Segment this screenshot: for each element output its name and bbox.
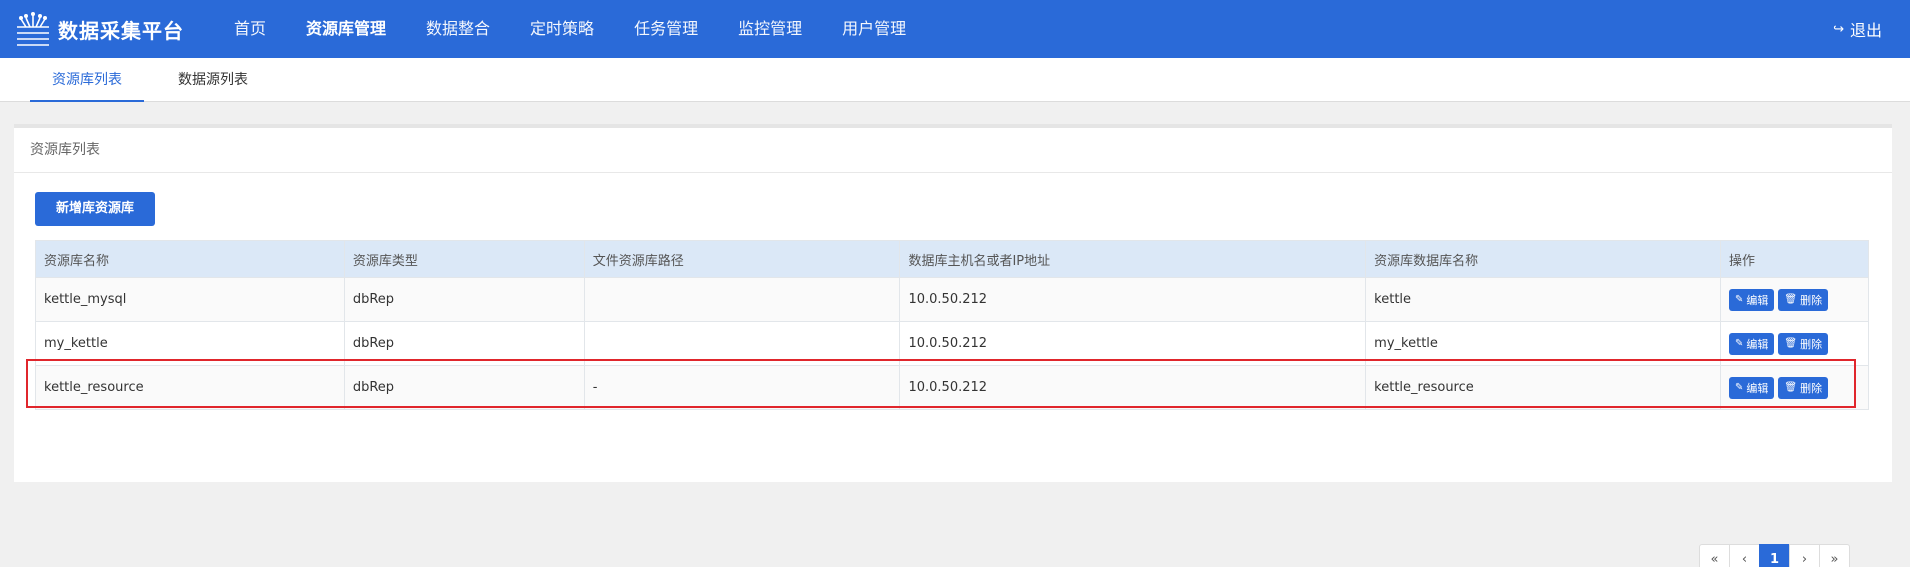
nav-item-repository-management[interactable]: 资源库管理 — [286, 0, 406, 58]
repository-table: 资源库名称 资源库类型 文件资源库路径 数据库主机名或者IP地址 资源库数据库名… — [35, 240, 1870, 410]
nav-item-task-management[interactable]: 任务管理 — [614, 0, 718, 58]
trash-icon: 🗑 — [1784, 294, 1798, 305]
cell-path: - — [583, 365, 901, 410]
col-header-path: 文件资源库路径 — [583, 240, 901, 278]
subtabs: 资源库列表 数据源列表 — [0, 58, 1910, 102]
edit-button[interactable]: ✎ 编辑 — [1728, 332, 1775, 355]
cell-path — [583, 321, 901, 366]
brand-title: 数据采集平台 — [58, 18, 184, 43]
cell-dbname: kettle_resource — [1365, 365, 1721, 410]
brand[interactable]: 数据采集平台 — [14, 10, 184, 48]
edit-label: 编辑 — [1746, 337, 1769, 351]
delete-button[interactable]: 🗑 删除 — [1778, 288, 1829, 311]
table-row: kettle_mysql dbRep 10.0.50.212 kettle ✎ 编… — [35, 277, 1870, 322]
table-row: kettle_resource dbRep - 10.0.50.212 kett… — [35, 365, 1870, 410]
edit-button[interactable]: ✎ 编辑 — [1728, 288, 1775, 311]
cell-actions: ✎ 编辑 🗑 删除 — [1719, 365, 1870, 410]
edit-label: 编辑 — [1746, 293, 1769, 307]
cell-name: my_kettle — [35, 321, 345, 366]
delete-label: 删除 — [1800, 337, 1823, 351]
edit-button[interactable]: ✎ 编辑 — [1728, 376, 1775, 399]
cell-host: 10.0.50.212 — [899, 321, 1367, 366]
col-header-actions: 操作 — [1719, 240, 1870, 278]
panel-heading: 资源库列表 — [14, 128, 1892, 173]
cell-type: dbRep — [343, 365, 585, 410]
page-first-button[interactable]: « — [1699, 544, 1730, 567]
col-header-name: 资源库名称 — [35, 240, 345, 278]
cell-name: kettle_resource — [35, 365, 345, 410]
cell-path — [583, 277, 901, 322]
logo-icon — [14, 11, 52, 47]
main-nav: 首页 资源库管理 数据整合 定时策略 任务管理 监控管理 用户管理 — [214, 0, 926, 58]
logout-button[interactable]: ↪ 退出 — [1833, 0, 1882, 58]
page-prev-button[interactable]: ‹ — [1729, 544, 1760, 567]
nav-item-data-integration[interactable]: 数据整合 — [406, 0, 510, 58]
page-current-button[interactable]: 1 — [1759, 544, 1790, 567]
nav-item-user-management[interactable]: 用户管理 — [822, 0, 926, 58]
tab-repository-list[interactable]: 资源库列表 — [30, 58, 144, 102]
cell-name: kettle_mysql — [35, 277, 345, 322]
cell-host: 10.0.50.212 — [899, 365, 1367, 410]
col-header-host: 数据库主机名或者IP地址 — [899, 240, 1367, 278]
nav-item-home[interactable]: 首页 — [214, 0, 286, 58]
repository-panel: 资源库列表 新增库资源库 资源库名称 资源库类型 文件资源库路径 数据库主机名或… — [14, 124, 1892, 567]
delete-label: 删除 — [1800, 293, 1823, 307]
cell-host: 10.0.50.212 — [899, 277, 1367, 322]
delete-label: 删除 — [1800, 381, 1823, 395]
cell-actions: ✎ 编辑 🗑 删除 — [1719, 321, 1870, 366]
nav-item-monitoring[interactable]: 监控管理 — [718, 0, 822, 58]
add-repository-button[interactable]: 新增库资源库 — [35, 192, 155, 226]
delete-button[interactable]: 🗑 删除 — [1778, 376, 1829, 399]
cell-dbname: my_kettle — [1365, 321, 1721, 366]
page-last-button[interactable]: » — [1819, 544, 1850, 567]
edit-icon: ✎ — [1734, 294, 1744, 305]
page-next-button[interactable]: › — [1789, 544, 1820, 567]
edit-icon: ✎ — [1734, 382, 1744, 393]
edit-icon: ✎ — [1734, 338, 1744, 349]
cell-type: dbRep — [343, 277, 585, 322]
trash-icon: 🗑 — [1784, 338, 1798, 349]
table-header-row: 资源库名称 资源库类型 文件资源库路径 数据库主机名或者IP地址 资源库数据库名… — [35, 240, 1870, 278]
col-header-type: 资源库类型 — [343, 240, 585, 278]
logout-label: 退出 — [1849, 21, 1882, 40]
edit-label: 编辑 — [1746, 381, 1769, 395]
top-navbar: 数据采集平台 首页 资源库管理 数据整合 定时策略 任务管理 监控管理 用户管理… — [0, 0, 1910, 58]
delete-button[interactable]: 🗑 删除 — [1778, 332, 1829, 355]
col-header-dbname: 资源库数据库名称 — [1365, 240, 1721, 278]
table-row: my_kettle dbRep 10.0.50.212 my_kettle ✎ 编… — [35, 321, 1870, 366]
nav-item-schedule-policy[interactable]: 定时策略 — [510, 0, 614, 58]
pagination: « ‹ 1 › » — [1699, 544, 1850, 567]
tab-datasource-list[interactable]: 数据源列表 — [168, 58, 258, 102]
trash-icon: 🗑 — [1784, 382, 1798, 393]
cell-dbname: kettle — [1365, 277, 1721, 322]
cell-type: dbRep — [343, 321, 585, 366]
cell-actions: ✎ 编辑 🗑 删除 — [1719, 277, 1870, 322]
logout-icon: ↪ — [1833, 21, 1844, 37]
